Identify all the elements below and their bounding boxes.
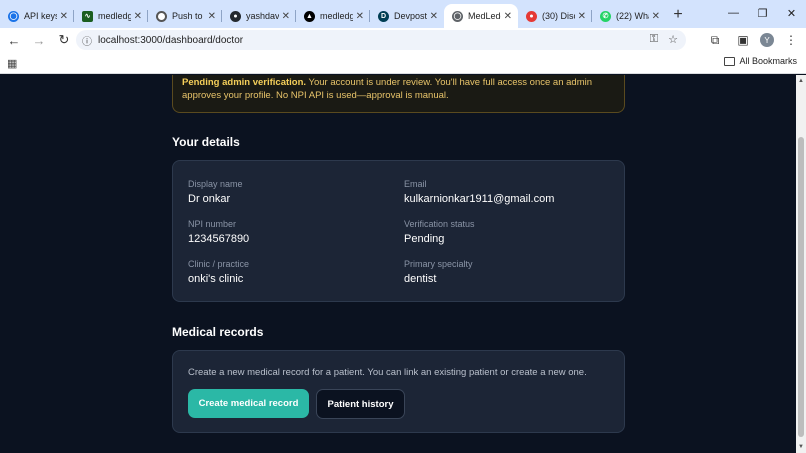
details-card: Display name Dr onkar Email kulkarnionka… (172, 160, 625, 302)
tab-title: Push to (172, 11, 203, 21)
sidebar-icon[interactable]: ▣ (732, 30, 754, 50)
tab-title: MedLedger (468, 11, 501, 21)
display-name-label: Display name (188, 179, 243, 189)
apps-grid-icon[interactable]: ▦ (7, 57, 17, 70)
globe-icon: ◯ (8, 10, 19, 22)
reload-icon[interactable]: ↻ (53, 29, 75, 51)
verification-label: Verification status (404, 219, 475, 229)
devpost-icon: D (378, 10, 389, 22)
close-icon[interactable]: ✕ (60, 11, 68, 22)
circle-icon (156, 10, 167, 22)
url-text[interactable]: localhost:3000/dashboard/doctor (98, 35, 243, 46)
close-icon[interactable]: ✕ (134, 11, 142, 22)
tab-title: API keys (24, 11, 57, 21)
page-viewport: Pending admin verification. Your account… (0, 75, 796, 453)
scroll-down-icon[interactable]: ▼ (797, 443, 805, 451)
minimize-icon[interactable]: — (719, 0, 748, 26)
all-bookmarks-button[interactable]: All Bookmarks (724, 56, 797, 66)
close-window-icon[interactable]: ✕ (777, 0, 806, 26)
page-scrollbar[interactable]: ▲ ▼ (796, 75, 806, 453)
verification-field: Verification status Pending (404, 219, 475, 245)
close-icon[interactable]: ✕ (282, 11, 290, 22)
create-record-button[interactable]: Create medical record (188, 389, 309, 418)
bookmarks-bar: ▦ All Bookmarks (0, 52, 806, 74)
bookmark-star-icon[interactable]: ☆ (668, 33, 678, 46)
display-name-field: Display name Dr onkar (188, 179, 243, 205)
verification-notice: Pending admin verification. Your account… (172, 75, 625, 113)
npi-field: NPI number 1234567890 (188, 219, 249, 245)
tab-github[interactable]: ● yashdav ✕ (222, 4, 296, 28)
close-icon[interactable]: ✕ (430, 11, 438, 22)
tab-title: medledger (320, 11, 353, 21)
close-icon[interactable]: ✕ (578, 11, 586, 22)
scroll-up-icon[interactable]: ▲ (797, 77, 805, 85)
verification-value: Pending (404, 233, 445, 245)
records-title: Medical records (172, 325, 264, 339)
extensions-icon[interactable]: ⧉ (704, 30, 726, 50)
tab-devpost[interactable]: D Devpost ✕ (370, 4, 444, 28)
key-icon[interactable]: ⚿ (650, 33, 658, 46)
specialty-value: dentist (404, 273, 437, 285)
tab-title: yashdav (246, 11, 279, 21)
tab-api-keys[interactable]: ◯ API keys ✕ (0, 4, 74, 28)
details-title: Your details (172, 135, 240, 149)
npi-label: NPI number (188, 219, 237, 229)
clinic-value: onki's clinic (188, 273, 244, 285)
close-icon[interactable]: ✕ (652, 11, 660, 22)
triangle-icon: ▲ (304, 10, 315, 22)
scrollbar-thumb[interactable] (798, 137, 804, 437)
menu-icon[interactable]: ⋮ (780, 30, 802, 50)
browser-toolbar: ← → ↻ ⓘ localhost:3000/dashboard/doctor … (0, 28, 806, 52)
tab-medledger-1[interactable]: ∿ medledger ✕ (74, 4, 148, 28)
tab-title: (30) Disc (542, 11, 575, 21)
tab-push-to[interactable]: Push to ✕ (148, 4, 222, 28)
profile-avatar[interactable]: Y (760, 33, 774, 47)
npi-value: 1234567890 (188, 233, 250, 245)
specialty-field: Primary specialty dentist (404, 259, 473, 285)
tab-strip: ◯ API keys ✕ ∿ medledger ✕ Push to ✕ ● y… (0, 0, 806, 28)
site-info-icon[interactable]: ⓘ (82, 33, 92, 48)
reddit-icon: ● (526, 10, 537, 22)
close-icon[interactable]: ✕ (356, 11, 364, 22)
close-icon[interactable]: ✕ (504, 11, 512, 22)
tab-title: (22) Wha (616, 11, 649, 21)
close-icon[interactable]: ✕ (208, 11, 216, 22)
globe-icon: ◯ (452, 10, 463, 22)
tab-medledger-active[interactable]: ◯ MedLedger ✕ (444, 4, 518, 28)
tab-title: Devpost (394, 11, 427, 21)
clinic-label: Clinic / practice (188, 259, 250, 269)
whatsapp-icon: ✆ (600, 10, 611, 22)
email-label: Email (404, 179, 427, 189)
tab-whatsapp[interactable]: ✆ (22) Wha ✕ (592, 4, 666, 28)
forward-icon[interactable]: → (28, 29, 50, 51)
notice-heading: Pending admin verification. (182, 77, 307, 88)
email-field: Email kulkarnionkar1911@gmail.com (404, 179, 554, 205)
tab-title: medledger (98, 11, 131, 21)
new-tab-button[interactable]: + (666, 4, 690, 28)
back-icon[interactable]: ← (3, 29, 25, 51)
all-bookmarks-label: All Bookmarks (739, 56, 797, 66)
records-description: Create a new medical record for a patien… (188, 367, 587, 378)
folder-icon (724, 56, 736, 66)
window-controls: — ❐ ✕ (719, 0, 806, 26)
github-icon: ● (230, 10, 241, 22)
display-name-value: Dr onkar (188, 193, 231, 205)
specialty-label: Primary specialty (404, 259, 473, 269)
email-value: kulkarnionkar1911@gmail.com (404, 193, 555, 205)
records-card: Create a new medical record for a patien… (172, 350, 625, 433)
restore-icon[interactable]: ❐ (748, 0, 777, 26)
clinic-field: Clinic / practice onki's clinic (188, 259, 249, 285)
activity-icon: ∿ (82, 10, 93, 22)
tab-medledger-2[interactable]: ▲ medledger ✕ (296, 4, 370, 28)
address-bar[interactable]: ⓘ localhost:3000/dashboard/doctor ⚿ ☆ (76, 30, 686, 50)
tab-reddit[interactable]: ● (30) Disc ✕ (518, 4, 592, 28)
patient-history-button[interactable]: Patient history (316, 389, 405, 419)
